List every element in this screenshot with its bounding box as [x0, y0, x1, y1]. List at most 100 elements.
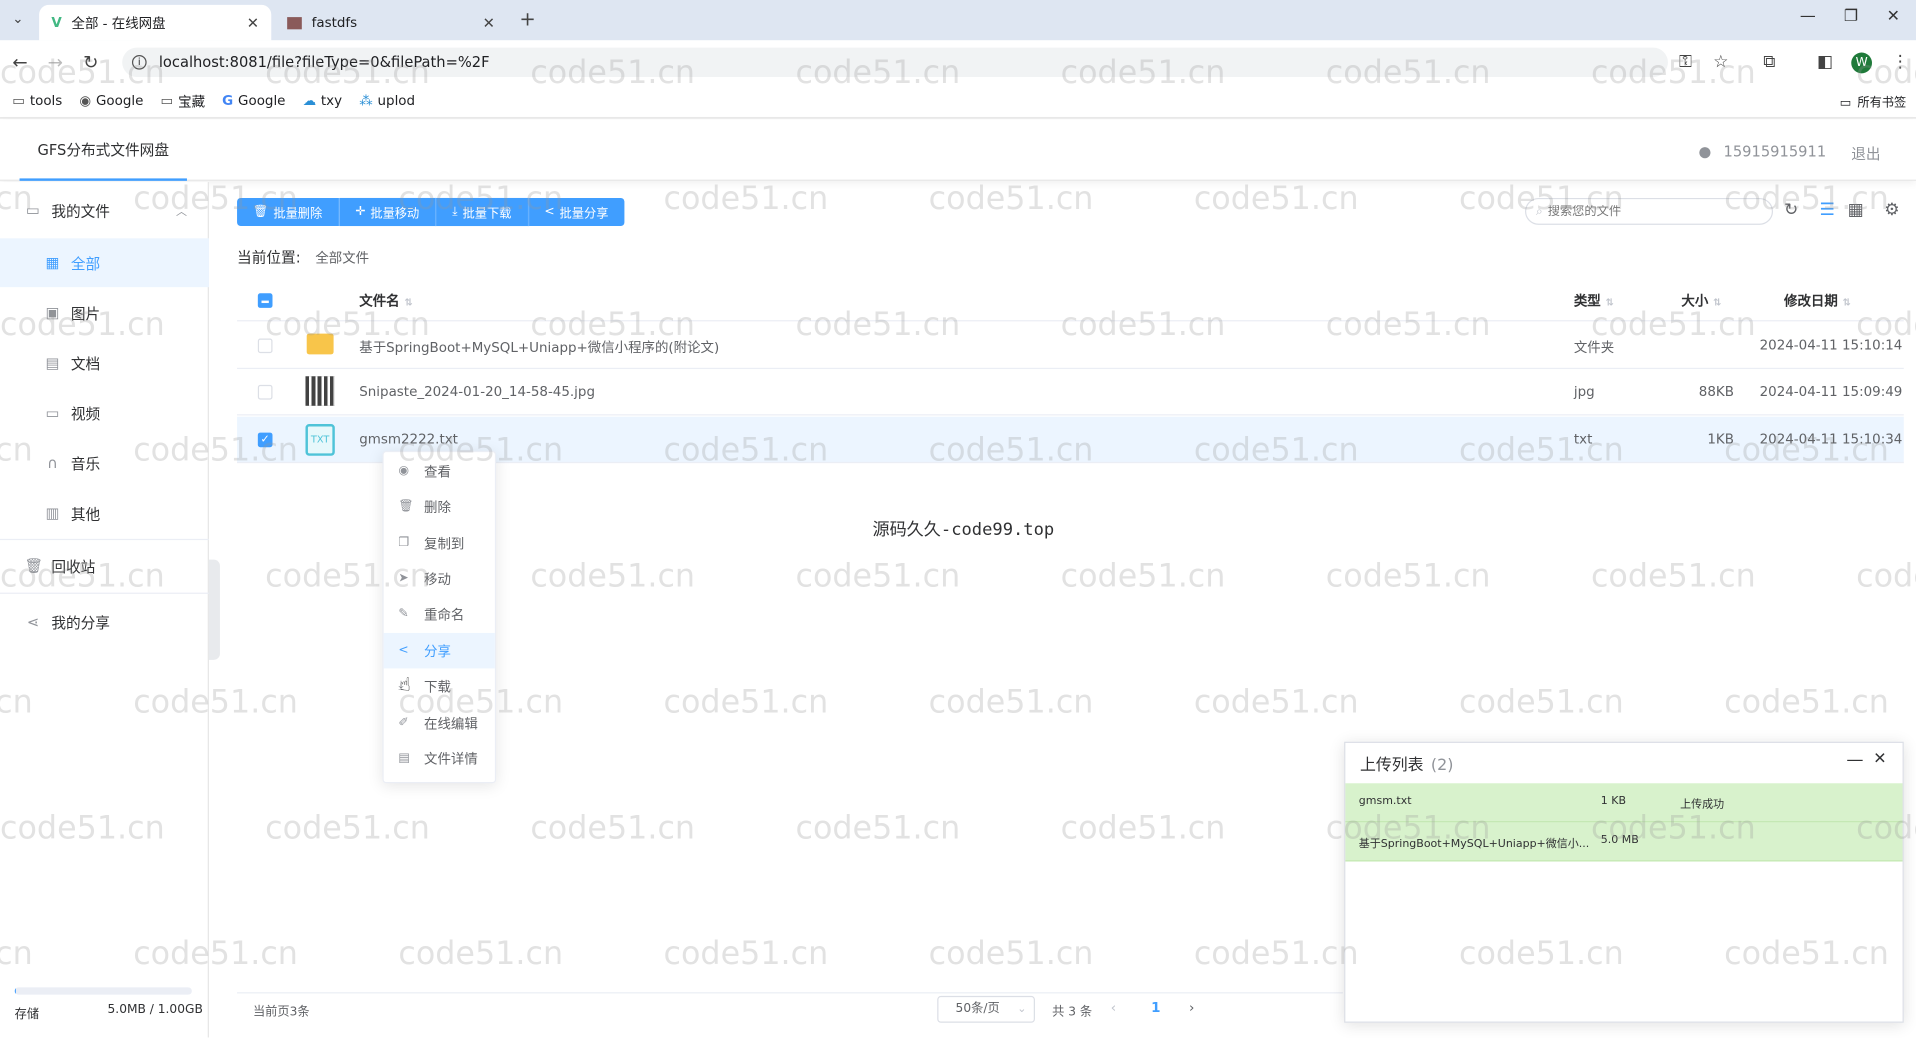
menu-item-label: 查看 [424, 463, 451, 480]
forward-icon[interactable]: → [48, 51, 63, 73]
sidebar-item-documents[interactable]: ▤ 文档 [0, 338, 209, 387]
select-all-checkbox[interactable] [257, 293, 273, 308]
file-name[interactable]: Snipaste_2024-01-20_14-58-45.jpg [359, 384, 595, 400]
chevron-up-icon: ︿ [175, 205, 187, 219]
menu-item-delete[interactable]: 🗑 删除 [384, 489, 495, 524]
bookmark-txy[interactable]: ☁ txy [303, 93, 343, 109]
image-thumbnail-icon [305, 376, 335, 406]
bookmark-google-2[interactable]: G Google [222, 93, 285, 109]
search-input[interactable] [1547, 204, 1756, 219]
file-type: txt [1573, 431, 1593, 448]
download-icon: ⤓ [452, 205, 458, 219]
txt-file-icon: TXT [305, 424, 335, 456]
refresh-icon[interactable]: ↻ [1784, 200, 1798, 220]
browser-menu-icon[interactable]: ⋮ [1892, 53, 1909, 73]
file-size: 88KB [1698, 383, 1734, 400]
search-box[interactable]: ⌕ [1524, 197, 1774, 225]
user-info[interactable]: ● 15915915911 [1698, 143, 1826, 160]
table-row[interactable]: Snipaste_2024-01-20_14-58-45.jpg jpg 88K… [237, 369, 1904, 416]
restore-window-icon[interactable]: ❐ [1844, 7, 1858, 25]
page-size-value: 50条/页 [955, 1001, 1000, 1016]
minimize-icon[interactable]: — [1846, 750, 1863, 770]
menu-item-label: 分享 [424, 643, 451, 660]
page-number[interactable]: 1 [1151, 1000, 1160, 1016]
batch-delete-button[interactable]: 🗑 批量删除 [237, 197, 340, 227]
menu-item-file-details[interactable]: ▤ 文件详情 [384, 740, 495, 775]
extensions-icon[interactable]: ⧉ [1763, 53, 1775, 73]
back-icon[interactable]: ← [12, 51, 27, 73]
next-page-icon[interactable]: › [1189, 1000, 1194, 1016]
column-date[interactable]: 修改日期 ⇅ [1784, 291, 1851, 311]
tab-list-dropdown-icon[interactable]: ⌄ [12, 11, 23, 27]
watermark-text: code51.cn [1325, 558, 1491, 596]
vue-logo-icon: V [51, 14, 62, 31]
batch-download-button[interactable]: ⤓ 批量下载 [436, 197, 529, 227]
close-icon[interactable]: ✕ [1873, 750, 1886, 768]
column-name[interactable]: 文件名 ⇅ [359, 291, 412, 311]
bookmark-treasure[interactable]: ▭ 宝藏 [161, 91, 205, 111]
menu-item-online-edit[interactable]: ✐ 在线编辑 [384, 705, 495, 740]
column-size[interactable]: 大小 ⇅ [1681, 291, 1721, 311]
row-checkbox[interactable] [257, 384, 273, 400]
menu-item-view[interactable]: ◉ 查看 [384, 453, 495, 488]
page-size-select[interactable]: 50条/页 ⌄ [937, 995, 1035, 1023]
bookmark-star-icon[interactable]: ☆ [1713, 53, 1728, 73]
google-icon: G [222, 92, 234, 109]
menu-item-move[interactable]: ➤ 移动 [384, 561, 495, 596]
tab-title: 全部 - 在线网盘 [71, 15, 166, 32]
sidebar-item-images[interactable]: ▣ 图片 [0, 288, 209, 337]
close-window-icon[interactable]: ✕ [1887, 7, 1900, 25]
site-info-icon[interactable]: i [131, 54, 147, 70]
sort-icon: ⇅ [1713, 296, 1722, 308]
column-label: 文件名 [359, 293, 400, 310]
minimize-window-icon[interactable]: — [1800, 7, 1816, 25]
close-tab-icon[interactable]: ✕ [247, 14, 259, 31]
sidebar-item-recycle-bin[interactable]: 🗑 回收站 [0, 541, 209, 590]
bookmark-uplod[interactable]: ⁂ uplod [359, 93, 415, 109]
sidebar-item-my-shares[interactable]: ⋖ 我的分享 [0, 598, 209, 647]
bookmark-label: uplod [377, 92, 416, 109]
close-tab-icon[interactable]: ✕ [483, 14, 495, 31]
file-name[interactable]: gmsm2222.txt [359, 431, 458, 447]
grid-view-icon[interactable]: ▦ [1848, 200, 1864, 220]
sidebar-item-music[interactable]: ∩ 音乐 [0, 439, 209, 488]
password-key-icon[interactable]: ⚿ [1679, 53, 1692, 73]
button-label: 批量删除 [273, 207, 323, 222]
batch-move-button[interactable]: ✛ 批量移动 [339, 197, 437, 227]
row-checkbox[interactable] [257, 338, 273, 354]
column-type[interactable]: 类型 ⇅ [1574, 291, 1614, 311]
breadcrumb-current[interactable]: 全部文件 [315, 250, 369, 266]
file-name[interactable]: 基于SpringBoot+MySQL+Uniapp+微信小程序的(附论文) [359, 337, 719, 357]
sidebar-item-my-files[interactable]: ▭ 我的文件 ︿ [0, 186, 209, 235]
logout-link[interactable]: 退出 [1851, 143, 1880, 164]
profile-avatar[interactable]: W [1851, 52, 1873, 74]
search-icon: ⌕ [1535, 204, 1543, 219]
hand-cursor-icon: ☝ [399, 673, 411, 696]
address-bar[interactable]: i localhost:8081/file?fileType=0&filePat… [122, 47, 1668, 77]
sidebar-item-videos[interactable]: ▭ 视频 [0, 389, 209, 438]
new-tab-icon[interactable]: + [519, 7, 535, 30]
app-header [0, 119, 1916, 181]
all-bookmarks[interactable]: ▭ 所有书签 [1840, 92, 1907, 110]
menu-item-rename[interactable]: ✎ 重命名 [384, 596, 495, 631]
sidebar-collapse-handle[interactable] [208, 559, 220, 660]
prev-page-icon[interactable]: ‹ [1111, 1000, 1116, 1016]
watermark-text: code51.cn [928, 684, 1094, 721]
side-panel-icon[interactable]: ◧ [1817, 53, 1833, 73]
row-checkbox[interactable]: ✓ [257, 432, 273, 448]
tab-fastdfs[interactable]: fastdfs ✕ [275, 5, 507, 40]
bookmark-tools[interactable]: ▭ tools [12, 93, 62, 109]
reload-icon[interactable]: ↻ [83, 51, 98, 73]
table-row[interactable]: 基于SpringBoot+MySQL+Uniapp+微信小程序的(附论文) 文件… [237, 323, 1904, 370]
button-label: 批量移动 [370, 207, 420, 222]
sidebar-item-other[interactable]: ▥ 其他 [0, 489, 209, 538]
list-view-icon[interactable]: ☰ [1819, 200, 1834, 220]
tab-active[interactable]: V 全部 - 在线网盘 ✕ [39, 4, 272, 41]
bookmark-google[interactable]: ◉ Google [79, 93, 143, 109]
batch-share-button[interactable]: < 批量分享 [528, 197, 625, 227]
menu-item-share[interactable]: < 分享 [383, 632, 495, 669]
settings-gear-icon[interactable]: ⚙ [1884, 200, 1899, 220]
sidebar-item-all[interactable]: ▦ 全部 [0, 238, 209, 288]
brand-title[interactable]: GFS分布式文件网盘 [19, 120, 187, 181]
menu-item-copy-to[interactable]: ❐ 复制到 [384, 525, 495, 560]
